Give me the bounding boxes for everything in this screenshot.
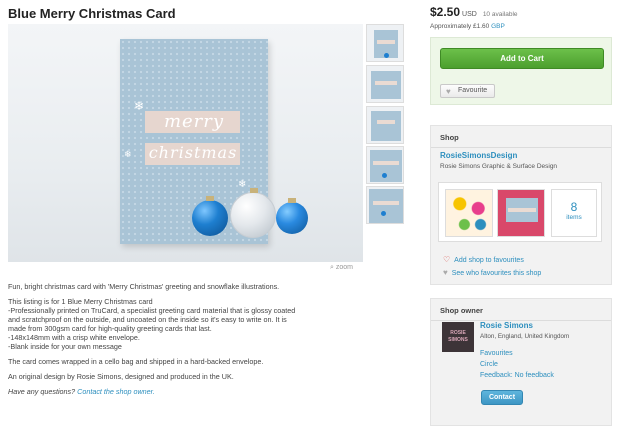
heart-outline-icon: ♡ — [443, 255, 451, 264]
shop-item-count[interactable]: 8 items — [551, 189, 597, 237]
add-to-cart-button[interactable]: Add to Cart — [440, 48, 604, 69]
shop-heading: Shop — [440, 133, 459, 142]
listing-description: Fun, bright christmas card with 'Merry C… — [8, 282, 353, 402]
shop-name-link[interactable]: RosieSimonsDesign — [440, 151, 517, 160]
see-favourites-link[interactable]: ♥ See who favourites this shop — [443, 268, 541, 277]
price-line: $2.50 USD 10 available — [430, 5, 518, 19]
avatar[interactable]: ROSIE SIMONS — [442, 322, 474, 352]
bauble-cap — [288, 198, 296, 203]
shop-subtitle: Rosie Simons Graphic & Surface Design — [440, 163, 558, 170]
snowflake-icon: ❄ — [238, 179, 247, 190]
thumbnail-5[interactable] — [366, 186, 404, 224]
zoom-link[interactable]: ⌕ zoom — [330, 264, 353, 272]
bauble-cap — [206, 196, 214, 201]
thumbnail-1[interactable] — [366, 24, 404, 62]
heart-gray-icon: ♥ — [443, 268, 448, 277]
description-shipping: The card comes wrapped in a cello bag an… — [8, 357, 264, 366]
price-value: $2.50 — [430, 5, 461, 19]
clear-bauble — [230, 192, 276, 238]
description-intro: Fun, bright christmas card with 'Merry C… — [8, 282, 280, 291]
owner-heading: Shop owner — [440, 306, 483, 315]
owner-location: Alton, England, United Kingdom — [480, 333, 570, 340]
shop-item-thumbnail[interactable] — [445, 189, 493, 237]
item-count-label: items — [566, 214, 582, 221]
owner-name-link[interactable]: Rosie Simons — [480, 321, 533, 330]
bauble-cap — [250, 188, 258, 193]
zoom-label: zoom — [335, 264, 353, 271]
snowflake-icon: ❄ — [134, 99, 145, 113]
blue-bauble — [276, 202, 308, 234]
owner-circle-link[interactable]: Circle — [480, 361, 498, 368]
contact-shop-owner-link[interactable]: Contact the shop owner. — [77, 387, 155, 396]
description-details: This listing is for 1 Blue Merry Christm… — [8, 297, 296, 351]
card-word-merry: merry — [163, 111, 225, 132]
shop-item-thumbnail[interactable] — [497, 189, 545, 237]
description-origin: An original design by Rosie Simons, desi… — [8, 372, 234, 381]
owner-feedback-link[interactable]: Feedback: No feedback — [480, 372, 554, 379]
main-product-image[interactable]: merry christmas ❄ ❄ ❄ — [8, 24, 363, 262]
favourite-label: Favourite — [458, 87, 488, 94]
gbp-link[interactable]: GBP — [491, 23, 505, 30]
shop-owner-panel: Shop owner — [430, 298, 612, 426]
heart-icon: ♥ — [446, 87, 451, 96]
owner-favourites-link[interactable]: Favourites — [480, 350, 513, 357]
thumbnail-4[interactable] — [366, 146, 404, 184]
questions-label: Have any questions? — [8, 387, 76, 396]
snowflake-icon: ❄ — [124, 149, 132, 159]
contact-button[interactable]: Contact — [481, 390, 523, 405]
listing-title: Blue Merry Christmas Card — [8, 6, 176, 21]
thumbnail-2[interactable] — [366, 65, 404, 103]
shop-items-preview: 8 items — [438, 182, 602, 242]
add-shop-favourites-link[interactable]: ♡ Add shop to favourites — [443, 255, 524, 264]
thumbnail-3[interactable] — [366, 106, 404, 144]
item-count-number: 8 — [570, 200, 578, 214]
currency-label: USD — [462, 11, 477, 18]
availability: 10 available — [482, 11, 518, 18]
card-word-christmas: christmas — [148, 143, 238, 162]
favourite-button[interactable]: ♥ Favourite — [440, 84, 495, 98]
approx-price: Approximately £1.60 GBP — [430, 23, 505, 30]
questions-line: Have any questions? Contact the shop own… — [8, 387, 353, 396]
magnifier-icon: ⌕ — [330, 264, 334, 271]
blue-bauble — [192, 200, 228, 236]
